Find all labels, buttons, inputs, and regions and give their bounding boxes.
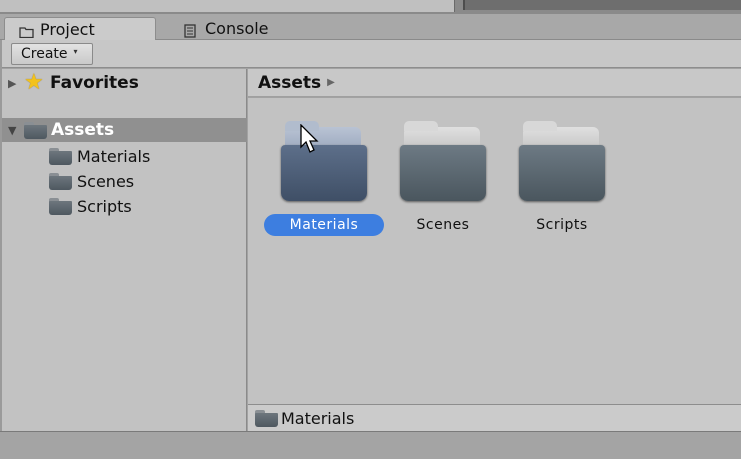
tab-console[interactable]: Console bbox=[170, 17, 320, 40]
status-bar bbox=[0, 431, 741, 459]
create-button-label: Create bbox=[21, 46, 68, 62]
grid-item-label: Scripts bbox=[536, 217, 588, 233]
grid-item-label: Materials bbox=[264, 214, 384, 236]
selected-path-bar: Materials bbox=[248, 404, 741, 431]
folder-icon bbox=[49, 197, 72, 215]
top-strip-right bbox=[463, 0, 741, 10]
grid-item-scripts[interactable]: Scripts bbox=[486, 121, 606, 242]
tree-item-scenes[interactable]: Scenes bbox=[49, 169, 134, 193]
folder-icon bbox=[519, 121, 605, 201]
folder-icon bbox=[255, 409, 278, 427]
tree-item-favorites[interactable]: ▶ ★ Favorites bbox=[8, 71, 139, 95]
folder-icon bbox=[49, 172, 72, 190]
top-window-strip bbox=[0, 0, 741, 14]
folder-icon bbox=[49, 147, 72, 165]
collapse-arrow-icon[interactable]: ▼ bbox=[8, 124, 20, 137]
folder-icon bbox=[24, 121, 47, 139]
tree-item-assets[interactable]: ▼ Assets bbox=[2, 118, 247, 142]
console-icon bbox=[184, 23, 199, 38]
top-strip-left bbox=[0, 0, 455, 12]
tree-item-favorites-label: Favorites bbox=[50, 73, 139, 93]
create-button[interactable]: Create ▾ bbox=[11, 43, 93, 65]
grid-item-label: Scenes bbox=[416, 217, 470, 233]
expand-arrow-icon[interactable]: ▶ bbox=[8, 77, 20, 90]
tree-item-label: Materials bbox=[77, 146, 151, 166]
asset-grid: Materials Scenes Scripts bbox=[248, 98, 741, 404]
project-toolbar: Create ▾ bbox=[0, 40, 741, 68]
tree-item-label: Scripts bbox=[77, 196, 132, 216]
chevron-down-icon: ▾ bbox=[73, 46, 78, 56]
tab-project[interactable]: Project bbox=[4, 17, 156, 40]
star-icon: ★ bbox=[24, 70, 44, 95]
tree-item-label: Scenes bbox=[77, 171, 135, 191]
folder-icon bbox=[19, 23, 34, 39]
breadcrumb-assets[interactable]: Assets bbox=[258, 73, 321, 93]
breadcrumb: Assets ▶ bbox=[248, 69, 741, 97]
tree-item-assets-label: Assets bbox=[51, 120, 115, 140]
selected-path-label: Materials bbox=[281, 408, 355, 428]
mouse-cursor-icon bbox=[300, 124, 319, 153]
folder-icon bbox=[281, 121, 367, 201]
tab-project-label: Project bbox=[40, 19, 95, 39]
project-tree-panel: ▶ ★ Favorites ▼ Assets Materials Scenes … bbox=[2, 69, 247, 431]
chevron-right-icon: ▶ bbox=[327, 77, 335, 88]
grid-item-scenes[interactable]: Scenes bbox=[367, 121, 487, 242]
folder-icon bbox=[400, 121, 486, 201]
tree-item-scripts[interactable]: Scripts bbox=[49, 194, 132, 218]
tab-bar: Project Console bbox=[0, 14, 741, 40]
tree-item-materials[interactable]: Materials bbox=[49, 144, 150, 168]
tab-console-label: Console bbox=[205, 19, 269, 38]
